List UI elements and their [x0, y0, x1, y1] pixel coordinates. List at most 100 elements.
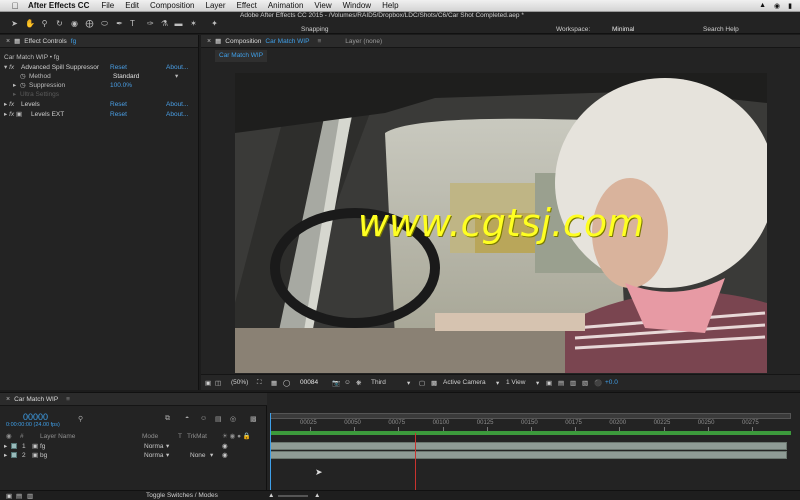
shy-layers-icon[interactable]: ☺: [200, 415, 207, 422]
flowchart-icon[interactable]: ▧: [582, 379, 588, 387]
eye-icon[interactable]: ◉: [222, 442, 228, 451]
timeline-tab[interactable]: × Car Match WIP ≡: [0, 393, 267, 406]
layer-tab[interactable]: Layer (none): [345, 38, 382, 45]
frame-blending-icon[interactable]: ▤: [215, 415, 222, 423]
method-dropdown[interactable]: Standard: [113, 72, 139, 81]
roto-brush-tool-icon[interactable]: ✶: [189, 19, 198, 28]
menu-icon[interactable]: ≡: [317, 38, 321, 45]
dropbox-icon[interactable]: ▲: [759, 2, 766, 10]
trkmat-dropdown[interactable]: None: [190, 451, 206, 460]
draft-3d-icon[interactable]: ◓: [185, 415, 189, 422]
roi-icon[interactable]: ◫: [215, 379, 221, 387]
camera-tool-icon[interactable]: ◉: [70, 19, 79, 28]
comp-sub-tab[interactable]: Car Match WIP: [215, 50, 268, 62]
close-icon[interactable]: ×: [6, 396, 10, 403]
current-time-indicator[interactable]: [270, 413, 271, 491]
chevron-down-icon[interactable]: ▾: [536, 379, 539, 387]
lock-icon[interactable]: ▦: [14, 37, 20, 45]
exposure-value[interactable]: +0.0: [605, 379, 618, 386]
exposure-reset-icon[interactable]: ⚫: [594, 379, 602, 387]
zoom-out-icon[interactable]: ▲: [268, 492, 274, 499]
magnification-dropdown[interactable]: (50%): [231, 379, 248, 386]
toggle-switches-modes[interactable]: Toggle Switches / Modes: [146, 492, 218, 499]
composition-tab[interactable]: × ▦ Composition Car Match WIP ≡ Layer (n…: [201, 35, 800, 48]
mode-dropdown[interactable]: Norma: [144, 451, 164, 460]
puppet-pin-tool-icon[interactable]: ✦: [210, 19, 219, 28]
resolution-dropdown[interactable]: Third: [371, 379, 386, 386]
fx-icon[interactable]: ▸ fx ▣: [4, 110, 22, 119]
effect-row-spill[interactable]: ▾ fx Advanced Spill Suppressor Reset Abo…: [0, 63, 199, 72]
reset-button[interactable]: Reset: [110, 100, 127, 109]
expand-arrow-icon[interactable]: ▸: [4, 451, 7, 460]
view-layout-dropdown[interactable]: 1 View: [506, 379, 525, 386]
menu-file[interactable]: File: [101, 1, 114, 10]
reset-button[interactable]: Reset: [110, 110, 127, 119]
toggle-pixel-aspect-icon[interactable]: ▣: [546, 379, 552, 387]
mode-dropdown[interactable]: Norma: [144, 442, 164, 451]
suppression-value[interactable]: 100.0%: [110, 81, 132, 90]
wifi-icon[interactable]: ◉: [774, 2, 780, 10]
fullscreen-icon[interactable]: ⛶: [257, 379, 262, 387]
text-tool-icon[interactable]: T: [128, 19, 137, 28]
menu-icon[interactable]: ≡: [66, 396, 70, 403]
stopwatch-icon[interactable]: ◷: [20, 72, 26, 81]
motion-blur-icon[interactable]: ◎: [230, 415, 236, 423]
menu-help[interactable]: Help: [382, 1, 398, 10]
apple-icon[interactable]: : [10, 1, 20, 11]
effect-row-levels-ext[interactable]: ▸ fx ▣ Levels EXT Reset About...: [0, 110, 199, 119]
menu-window[interactable]: Window: [343, 1, 371, 10]
comp-mini-flowchart-icon[interactable]: ⧉: [165, 415, 170, 423]
chevron-down-icon[interactable]: ▾: [407, 379, 410, 387]
label-color-swatch[interactable]: [11, 452, 17, 458]
hand-tool-icon[interactable]: ✋: [25, 19, 35, 28]
snapshot-icon[interactable]: 📷: [332, 379, 340, 387]
transfer-controls-icon[interactable]: ▤: [16, 492, 22, 500]
layer-name-header[interactable]: Layer Name: [40, 432, 75, 441]
menu-animation[interactable]: Animation: [268, 1, 304, 10]
about-button[interactable]: About...: [166, 100, 188, 109]
close-icon[interactable]: ×: [6, 38, 10, 45]
timeline-tracks[interactable]: 00025 00050 00075 00100 00125 00150 00175 00200…: [268, 393, 800, 493]
menu-view[interactable]: View: [314, 1, 331, 10]
menu-composition[interactable]: Composition: [150, 1, 194, 10]
current-time-display[interactable]: 00000: [23, 412, 48, 422]
zoom-tool-icon[interactable]: ⚲: [40, 19, 49, 28]
chevron-down-icon[interactable]: ▾: [166, 442, 169, 451]
layer-row[interactable]: ▸ 1 ▣ fg Norma ▾ ◉: [0, 442, 267, 451]
about-button[interactable]: About...: [166, 63, 188, 72]
app-name-menu[interactable]: After Effects CC: [28, 1, 89, 10]
search-icon[interactable]: ⚲: [78, 415, 83, 423]
layer-name[interactable]: fg: [40, 442, 45, 451]
graph-editor-icon[interactable]: ▩: [250, 415, 257, 423]
layer-bar-bg[interactable]: [270, 451, 787, 459]
brush-tool-icon[interactable]: ✑: [146, 19, 155, 28]
snapping-label[interactable]: Snapping: [301, 26, 328, 33]
always-preview-icon[interactable]: ▣: [205, 379, 211, 387]
fx-icon[interactable]: ▸ fx: [4, 100, 14, 109]
search-help[interactable]: Search Help: [703, 26, 739, 33]
clone-stamp-tool-icon[interactable]: ⚗: [160, 19, 169, 28]
chevron-down-icon[interactable]: ▾: [210, 451, 213, 460]
grid-icon[interactable]: ▦: [271, 379, 277, 387]
effect-controls-tab[interactable]: × ▦ Effect Controls fg: [0, 35, 198, 48]
transparency-grid-icon[interactable]: ▩: [431, 379, 437, 387]
chevron-down-icon[interactable]: ▾: [496, 379, 499, 387]
eye-icon[interactable]: ◉: [222, 451, 228, 460]
work-area-navigator[interactable]: [270, 413, 791, 419]
layer-row[interactable]: ▸ 2 ▣ bg Norma ▾ None ▾ ◉: [0, 451, 267, 460]
about-button[interactable]: About...: [166, 110, 188, 119]
fx-icon[interactable]: ▾ fx: [4, 63, 14, 72]
timeline-icon[interactable]: ▥: [570, 379, 576, 387]
workspace-dropdown[interactable]: Minimal: [612, 26, 634, 33]
mask-visibility-icon[interactable]: ◯: [283, 379, 290, 387]
current-frame-field[interactable]: 00084: [300, 379, 318, 386]
rotate-tool-icon[interactable]: ↻: [55, 19, 64, 28]
pen-tool-icon[interactable]: ✒: [115, 19, 124, 28]
fast-preview-icon[interactable]: ▤: [558, 379, 564, 387]
composition-viewer[interactable]: www.cgtsj.com: [235, 73, 767, 373]
chevron-down-icon[interactable]: ▾: [175, 72, 178, 81]
battery-icon[interactable]: ▮: [788, 2, 792, 10]
label-color-swatch[interactable]: [11, 443, 17, 449]
expand-arrow-icon[interactable]: ▸: [4, 442, 7, 451]
lock-icon[interactable]: ▦: [215, 37, 221, 45]
